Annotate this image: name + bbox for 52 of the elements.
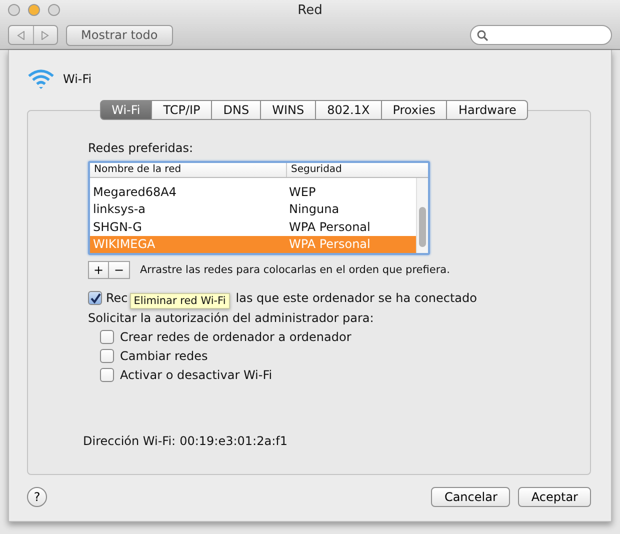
- network-row[interactable]: Megared68A4 WEP: [90, 183, 416, 200]
- tab[interactable]: Wi-Fi: [100, 100, 152, 120]
- checkbox-label: Cambiar redes: [120, 348, 208, 362]
- security-type: WEP: [288, 184, 317, 199]
- tooltip: Eliminar red Wi-Fi: [130, 293, 230, 309]
- search-icon: [477, 30, 488, 40]
- checkbox[interactable]: [88, 291, 102, 305]
- column-header[interactable]: Nombre de la red: [90, 163, 286, 177]
- address-value: 00:19:e3:01:2a:f1: [180, 434, 288, 448]
- remove-button[interactable]: −: [109, 261, 130, 279]
- network-name: SHGN-G: [92, 220, 143, 234]
- window-title: Red: [298, 2, 322, 18]
- tab[interactable]: TCP/IP: [152, 100, 212, 120]
- checkbox-label: Rec: [106, 291, 128, 305]
- checkbox[interactable]: [100, 368, 114, 382]
- admin-label: Solicitar la autorización del administrador para:: [88, 311, 375, 325]
- minimize-button[interactable]: [28, 4, 40, 16]
- checkbox-label: las que este ordenador se ha conectado: [236, 291, 477, 305]
- drag-hint: Arrastre las redes para colocarlas en el orden que prefiera.: [140, 264, 450, 276]
- network-row[interactable]: linksys-a Ninguna: [90, 200, 416, 218]
- help-button[interactable]: ?: [27, 487, 47, 507]
- tab[interactable]: DNS: [212, 100, 262, 120]
- network-name: linksys-a: [92, 202, 147, 216]
- service-name: Wi-Fi: [63, 72, 92, 86]
- search-field[interactable]: [470, 25, 612, 45]
- checkbox-label: Crear redes de ordenador a ordenador: [120, 330, 352, 344]
- security-type: Ninguna: [288, 202, 340, 216]
- add-button[interactable]: +: [88, 261, 109, 279]
- security-type: WPA Personal: [288, 220, 372, 234]
- dialog-button[interactable]: Cancelar: [431, 487, 510, 507]
- tab[interactable]: Proxies: [382, 100, 448, 120]
- tab[interactable]: 802.1X: [316, 100, 382, 120]
- dialog-button[interactable]: Aceptar: [518, 487, 591, 507]
- checkbox[interactable]: [100, 348, 114, 362]
- right-triangle-icon: [41, 30, 50, 40]
- network-name: Megared68A4: [92, 184, 178, 199]
- preferred-networks-label: Redes preferidas:: [88, 141, 194, 155]
- network-row[interactable]: SHGN-G WPA Personal: [90, 218, 416, 236]
- zoom-button[interactable]: [48, 4, 60, 16]
- tab[interactable]: WINS: [261, 100, 316, 120]
- tab[interactable]: Hardware: [447, 100, 528, 120]
- close-button[interactable]: [8, 4, 20, 16]
- left-triangle-icon: [16, 30, 25, 40]
- security-type: WPA Personal: [288, 237, 372, 252]
- checkbox-label: Activar o desactivar Wi-Fi: [120, 368, 272, 382]
- network-name: WIKIMEGA: [92, 237, 156, 252]
- show-all-button[interactable]: Mostrar todo: [66, 24, 173, 46]
- address-label: Dirección Wi-Fi:: [83, 434, 176, 448]
- column-header[interactable]: Seguridad: [286, 163, 428, 177]
- wifi-icon: [27, 68, 55, 90]
- checkbox[interactable]: [100, 330, 114, 344]
- scrollbar[interactable]: [416, 178, 428, 253]
